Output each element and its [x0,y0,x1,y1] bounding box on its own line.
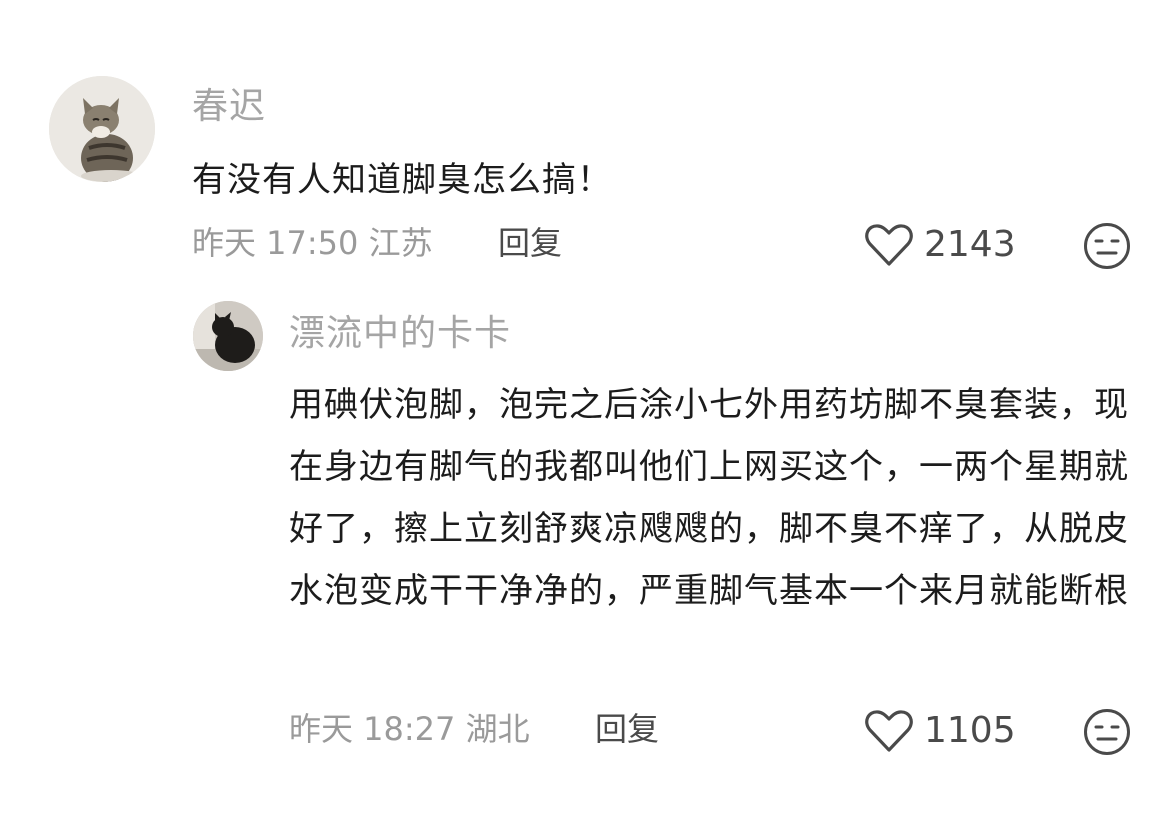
neutral-face-icon [1084,223,1130,269]
black-cat-avatar-icon [193,301,263,371]
comment-meta: 昨天 17:50 江苏 [192,227,433,259]
commenter-avatar[interactable] [49,76,155,182]
reply-button[interactable]: 回复 [595,713,659,745]
heart-outline-icon [865,224,913,266]
reply-button[interactable]: 回复 [498,227,562,259]
neutral-face-icon [1084,709,1130,755]
dislike-button[interactable] [1083,708,1131,756]
heart-outline-icon [865,710,913,752]
like-count: 1105 [924,710,1016,751]
dislike-button[interactable] [1083,222,1131,270]
reply-location: 湖北 [465,710,530,748]
comment-location: 江苏 [368,224,433,262]
comment-text: 有没有人知道脚臭怎么搞！ [192,160,612,200]
like-button[interactable]: 1105 [864,708,1016,754]
reply-meta: 昨天 18:27 湖北 [289,713,530,745]
like-count: 2143 [924,224,1016,265]
reply-time: 昨天 18:27 [289,710,456,748]
reply-text: 用碘伏泡脚，泡完之后涂小七外用药坊脚不臭套装，现在身边有脚气的我都叫他们上网买这… [289,385,1129,611]
replier-name[interactable]: 漂流中的卡卡 [289,316,511,352]
like-button[interactable]: 2143 [864,222,1016,268]
commenter-name[interactable]: 春迟 [192,89,266,125]
comment-time: 昨天 17:50 [192,224,359,262]
cat-avatar-icon [49,76,155,182]
replier-avatar[interactable] [193,301,263,371]
